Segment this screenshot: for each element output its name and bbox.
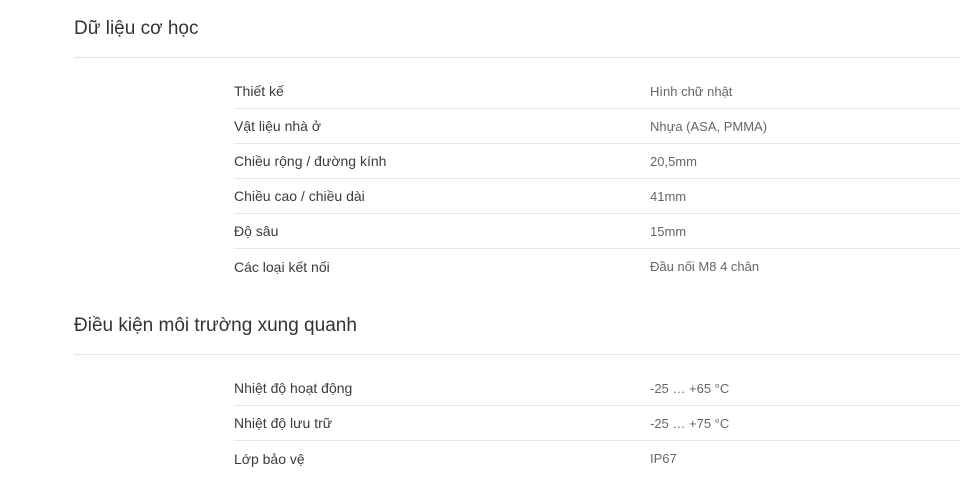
spec-row: Nhiệt độ hoạt động -25 … +65 °C <box>234 371 960 406</box>
spec-row: Lớp bảo vệ IP67 <box>234 441 960 476</box>
spec-value: Nhựa (ASA, PMMA) <box>650 118 768 134</box>
spec-value: -25 … +75 °C <box>650 415 730 431</box>
spec-value: -25 … +65 °C <box>650 380 730 396</box>
section-ambient-conditions: Điều kiện môi trường xung quanh Nhiệt độ… <box>74 311 960 467</box>
spec-value: 41mm <box>650 188 687 204</box>
spec-label: Chiều rộng / đường kính <box>234 153 387 169</box>
spec-row: Các loại kết nối Đầu nối M8 4 chân <box>234 249 960 284</box>
section-title: Điều kiện môi trường xung quanh <box>74 315 357 336</box>
spec-value: Đầu nối M8 4 chân <box>650 259 760 274</box>
spec-row: Vật liệu nhà ở Nhựa (ASA, PMMA) <box>234 109 960 144</box>
spec-table: Nhiệt độ hoạt động -25 … +65 °C Nhiệt độ… <box>234 371 960 476</box>
spec-row: Nhiệt độ lưu trữ -25 … +75 °C <box>234 406 960 441</box>
spec-value: IP67 <box>650 451 677 466</box>
spec-row: Chiều rộng / đường kính 20,5mm <box>234 144 960 179</box>
spec-value: 15mm <box>650 223 687 239</box>
spec-label: Chiều cao / chiều dài <box>234 188 365 204</box>
spec-label: Độ sâu <box>234 223 279 239</box>
spec-label: Nhiệt độ hoạt động <box>234 380 353 396</box>
spec-label: Thiết kế <box>234 83 284 99</box>
spec-row: Độ sâu 15mm <box>234 214 960 249</box>
spec-value: 20,5mm <box>650 153 697 169</box>
spec-row: Thiết kế Hình chữ nhật <box>234 74 960 109</box>
spec-table: Thiết kế Hình chữ nhật Vật liệu nhà ở Nh… <box>234 74 960 284</box>
section-divider <box>74 57 960 58</box>
section-mechanical-data: Dữ liệu cơ học Thiết kế Hình chữ nhật Vậ… <box>74 14 960 275</box>
section-divider <box>74 354 960 355</box>
spec-label: Lớp bảo vệ <box>234 450 305 467</box>
spec-value: Hình chữ nhật <box>650 83 733 99</box>
spec-label: Vật liệu nhà ở <box>234 118 322 134</box>
spec-label: Các loại kết nối <box>234 258 330 275</box>
section-title: Dữ liệu cơ học <box>74 18 199 39</box>
spec-label: Nhiệt độ lưu trữ <box>234 415 333 431</box>
spec-row: Chiều cao / chiều dài 41mm <box>234 179 960 214</box>
